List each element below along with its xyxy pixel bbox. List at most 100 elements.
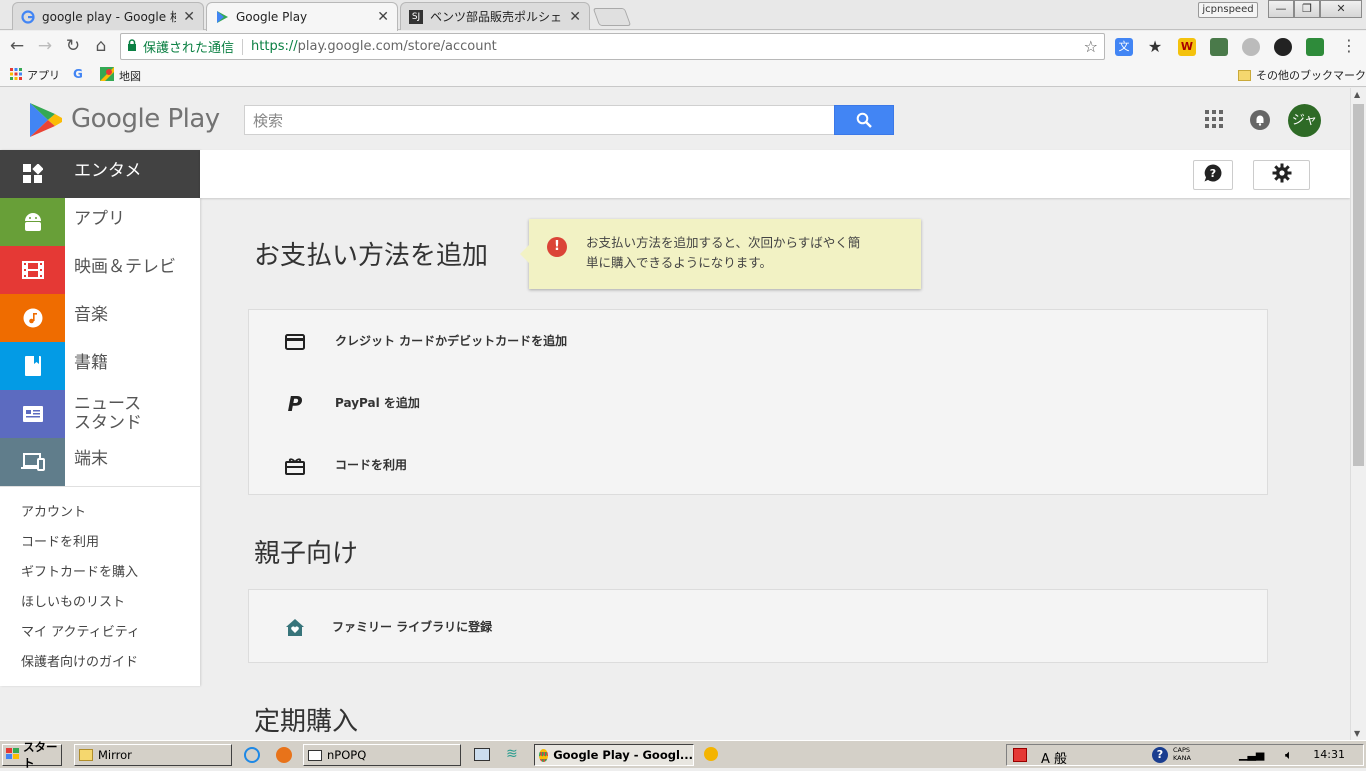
task-google-play[interactable]: Google Play - Googl... — [534, 744, 694, 766]
gear-icon — [1272, 163, 1292, 187]
task-label: nPOPQ — [327, 748, 367, 762]
redeem-code-row[interactable]: コードを利用 — [249, 434, 1269, 496]
tooltip-arrow — [520, 245, 529, 263]
google-g-icon — [21, 9, 35, 24]
task-mirror[interactable]: Mirror — [74, 744, 232, 766]
folder-icon — [1238, 69, 1251, 81]
sidebar-item-label: 端末 — [74, 449, 108, 469]
newspaper-icon — [0, 390, 65, 438]
sidebar-link-parent-guide[interactable]: 保護者向けのガイド — [21, 651, 138, 670]
image-extension-icon[interactable] — [1210, 38, 1228, 56]
task-npopq[interactable]: nPOPQ — [303, 744, 461, 766]
desktop-icon[interactable] — [474, 748, 490, 761]
close-tab-icon[interactable]: ✕ — [183, 9, 195, 25]
lock-icon — [127, 38, 137, 55]
minimize-button[interactable]: — — [1268, 0, 1294, 18]
music-note-icon — [0, 294, 65, 342]
scroll-thumb[interactable] — [1353, 104, 1364, 466]
scroll-down-arrow-icon[interactable]: ▼ — [1354, 729, 1360, 738]
task-label: Mirror — [98, 748, 132, 762]
volume-icon[interactable]: 🔈︎ — [1285, 748, 1293, 763]
bookmark-apps[interactable]: アプリ — [10, 67, 60, 83]
wifi-icon[interactable]: ≋ — [506, 746, 518, 762]
family-library-row[interactable]: ファミリー ライブラリに登録 — [249, 596, 1269, 658]
book-icon — [0, 342, 65, 390]
family-home-icon — [283, 616, 307, 640]
tooltip-line-2: 単に購入できるようになります。 — [586, 255, 773, 270]
tab-google-play[interactable]: Google Play ✕ — [206, 2, 398, 31]
green-extension-icon[interactable] — [1306, 38, 1324, 56]
sidebar-item-entertainment[interactable]: エンタメ — [0, 150, 200, 198]
notifications-bell-icon[interactable] — [1250, 110, 1270, 130]
sidebar-item-devices[interactable]: 端末 — [0, 438, 200, 486]
sidebar-link-redeem[interactable]: コードを利用 — [21, 531, 99, 550]
windows-taskbar: スタート Mirror nPOPQ ≋ Google Play - Googl.… — [0, 740, 1366, 770]
sidebar-item-books[interactable]: 書籍 — [0, 342, 200, 390]
sidebar-item-apps[interactable]: アプリ — [0, 198, 200, 246]
apps-grid-icon[interactable] — [1205, 110, 1223, 132]
ime-help-icon[interactable]: ? — [1152, 747, 1168, 763]
google-play-logo-icon[interactable] — [28, 101, 64, 143]
apps-grid-icon — [10, 67, 22, 83]
category-sidebar: エンタメ アプリ 映画＆テレビ 音楽 書籍 ニュース スタンド 端末 アカウント… — [0, 150, 200, 686]
page-scrollbar[interactable]: ▲ ▼ — [1350, 88, 1366, 740]
sidebar-link-buy-gift-card[interactable]: ギフトカードを購入 — [21, 561, 138, 580]
add-paypal-row[interactable]: P PayPal を追加 — [249, 372, 1269, 434]
globe-extension-icon[interactable] — [1242, 38, 1260, 56]
other-bookmarks[interactable]: その他のブックマーク — [1238, 67, 1366, 83]
bookmark-label: アプリ — [27, 69, 60, 82]
clock[interactable]: 14:31 — [1313, 748, 1345, 761]
windows-logo-icon — [6, 747, 20, 763]
reload-icon[interactable]: ↻ — [62, 35, 84, 57]
firefox-icon[interactable] — [276, 747, 292, 763]
sidebar-item-newsstand[interactable]: ニュース スタンド — [0, 390, 200, 438]
app-tray-icon[interactable] — [704, 747, 718, 761]
close-tab-icon[interactable]: ✕ — [569, 9, 581, 25]
window-close-button[interactable]: ✕ — [1320, 0, 1362, 18]
menu-kebab-icon[interactable]: ⋮ — [1338, 35, 1360, 57]
sidebar-link-account[interactable]: アカウント — [21, 501, 86, 520]
security-icon[interactable] — [1013, 748, 1027, 762]
profile-chip[interactable]: jcpnspeed — [1198, 2, 1258, 18]
sidebar-item-movies-tv[interactable]: 映画＆テレビ — [0, 246, 200, 294]
start-button[interactable]: スタート — [2, 740, 62, 770]
star-extension-icon[interactable]: ★ — [1146, 38, 1164, 56]
search-button[interactable] — [834, 105, 894, 135]
sidebar-link-my-activity[interactable]: マイ アクティビティ — [21, 621, 140, 640]
incognito-extension-icon[interactable] — [1274, 38, 1292, 56]
bookmark-google[interactable]: G — [73, 67, 83, 81]
signal-icon[interactable]: ▁▃▅ — [1239, 748, 1264, 761]
tab-title: Google Play — [236, 10, 308, 24]
sidebar-item-label: 音楽 — [74, 305, 108, 325]
address-bar[interactable]: 保護された通信 https:// play.google.com/store/a… — [120, 33, 1105, 60]
add-card-row[interactable]: クレジット カードかデビットカードを追加 — [249, 310, 1269, 372]
browser-tab-strip: google play - Google 検索 ✕ Google Play ✕ … — [0, 0, 1366, 31]
credit-card-icon — [283, 330, 307, 354]
new-tab-button[interactable] — [592, 8, 632, 26]
w-extension-icon[interactable]: W — [1178, 38, 1196, 56]
close-tab-icon[interactable]: ✕ — [377, 9, 389, 25]
restore-button[interactable]: ❐ — [1294, 0, 1320, 18]
bookmark-star-icon[interactable]: ☆ — [1084, 37, 1098, 56]
alert-icon: ! — [547, 237, 567, 257]
translate-icon[interactable]: 文 — [1115, 38, 1133, 56]
sidebar-link-wishlist[interactable]: ほしいものリスト — [21, 591, 125, 610]
home-icon[interactable]: ⌂ — [90, 35, 112, 57]
ime-indicator[interactable]: A 般 — [1041, 748, 1067, 767]
user-avatar[interactable]: ジャ — [1288, 104, 1321, 137]
sidebar-item-music[interactable]: 音楽 — [0, 294, 200, 342]
tab-google-search[interactable]: google play - Google 検索 ✕ — [12, 2, 204, 30]
tab-parts-shop[interactable]: SJ ベンツ部品販売ポルシェBMW ✕ — [400, 2, 590, 30]
tooltip-text: お支払い方法を追加すると、次回からすばやく簡 単に購入できるようになります。 — [586, 233, 906, 273]
search-input[interactable]: 検索 — [244, 105, 835, 135]
payment-methods-card: クレジット カードかデビットカードを追加 P PayPal を追加 コードを利用 — [248, 309, 1268, 495]
payment-tooltip: ! お支払い方法を追加すると、次回からすばやく簡 単に購入できるようになります。 — [520, 219, 921, 289]
scroll-up-arrow-icon[interactable]: ▲ — [1354, 90, 1360, 99]
help-button[interactable]: ? — [1193, 160, 1233, 190]
forward-arrow-icon[interactable]: → — [34, 35, 56, 57]
back-arrow-icon[interactable]: ← — [6, 35, 28, 57]
ie-icon[interactable] — [244, 747, 260, 763]
google-play-logo-text[interactable]: Google Play — [71, 104, 220, 134]
settings-button[interactable] — [1253, 160, 1310, 190]
bookmark-maps[interactable]: 地図 — [100, 67, 141, 84]
